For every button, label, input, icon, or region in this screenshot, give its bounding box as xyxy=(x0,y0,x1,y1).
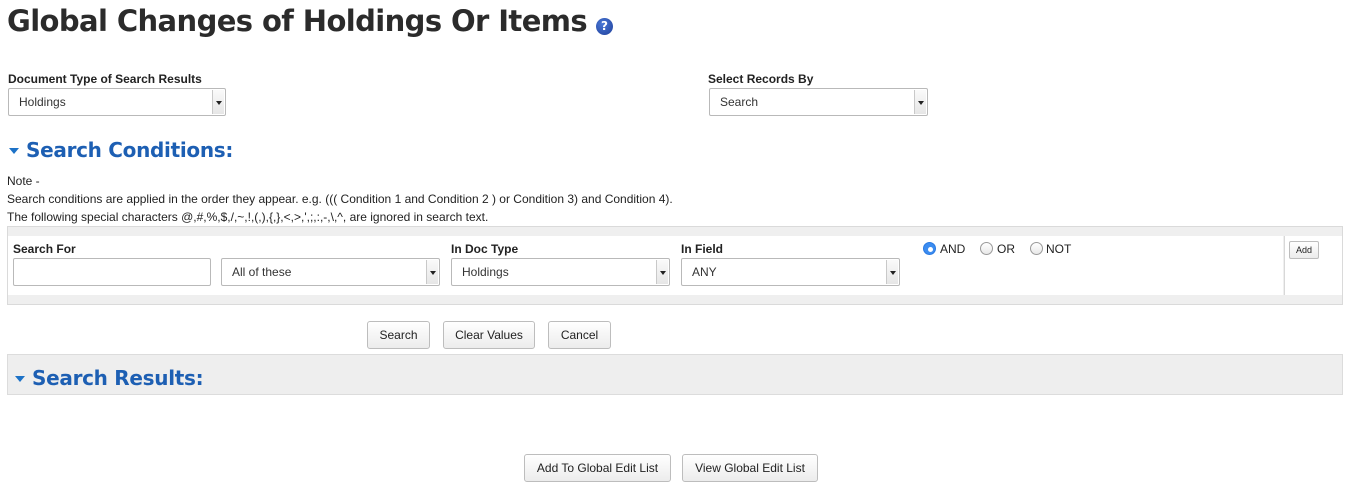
collapse-triangle-icon[interactable] xyxy=(15,376,25,382)
search-button[interactable]: Search xyxy=(367,321,430,349)
chevron-down-icon xyxy=(656,260,668,284)
not-radio[interactable] xyxy=(1030,242,1043,255)
select-records-value: Search xyxy=(720,95,759,109)
document-type-value: Holdings xyxy=(19,95,66,109)
document-type-label: Document Type of Search Results xyxy=(8,72,202,86)
search-for-input[interactable] xyxy=(13,258,211,286)
search-results-heading[interactable]: Search Results: xyxy=(32,366,204,390)
or-radio[interactable] xyxy=(980,242,993,255)
view-global-edit-list-button[interactable]: View Global Edit List xyxy=(682,454,818,482)
cancel-button[interactable]: Cancel xyxy=(548,321,611,349)
select-records-select[interactable]: Search xyxy=(709,88,928,116)
chevron-down-icon xyxy=(914,90,926,114)
search-for-label: Search For xyxy=(13,242,76,256)
in-field-value: ANY xyxy=(692,265,717,279)
note-line-2: The following special characters @,#,%,$… xyxy=(7,210,489,224)
and-radio-label[interactable]: AND xyxy=(940,242,965,256)
in-field-select[interactable]: ANY xyxy=(681,258,900,286)
note-title: Note - xyxy=(7,174,40,188)
help-icon[interactable]: ? xyxy=(596,18,613,35)
add-to-global-edit-list-button[interactable]: Add To Global Edit List xyxy=(524,454,671,482)
collapse-triangle-icon[interactable] xyxy=(9,148,19,154)
in-doc-type-label: In Doc Type xyxy=(451,242,519,256)
select-records-label: Select Records By xyxy=(708,72,814,86)
or-radio-label[interactable]: OR xyxy=(997,242,1015,256)
search-results-panel xyxy=(7,354,1343,395)
search-conditions-heading[interactable]: Search Conditions: xyxy=(26,138,233,162)
in-doc-type-select[interactable]: Holdings xyxy=(451,258,670,286)
match-type-value: All of these xyxy=(232,265,292,279)
page-title: Global Changes of Holdings Or Items xyxy=(7,4,588,38)
add-condition-button[interactable]: Add xyxy=(1289,241,1319,259)
in-doc-type-value: Holdings xyxy=(462,265,509,279)
chevron-down-icon xyxy=(426,260,438,284)
chevron-down-icon xyxy=(212,90,224,114)
chevron-down-icon xyxy=(886,260,898,284)
note-line-1: Search conditions are applied in the ord… xyxy=(7,192,673,206)
document-type-select[interactable]: Holdings xyxy=(8,88,226,116)
match-type-select[interactable]: All of these xyxy=(221,258,440,286)
clear-values-button[interactable]: Clear Values xyxy=(443,321,535,349)
and-radio[interactable] xyxy=(923,242,936,255)
not-radio-label[interactable]: NOT xyxy=(1046,242,1071,256)
in-field-label: In Field xyxy=(681,242,723,256)
